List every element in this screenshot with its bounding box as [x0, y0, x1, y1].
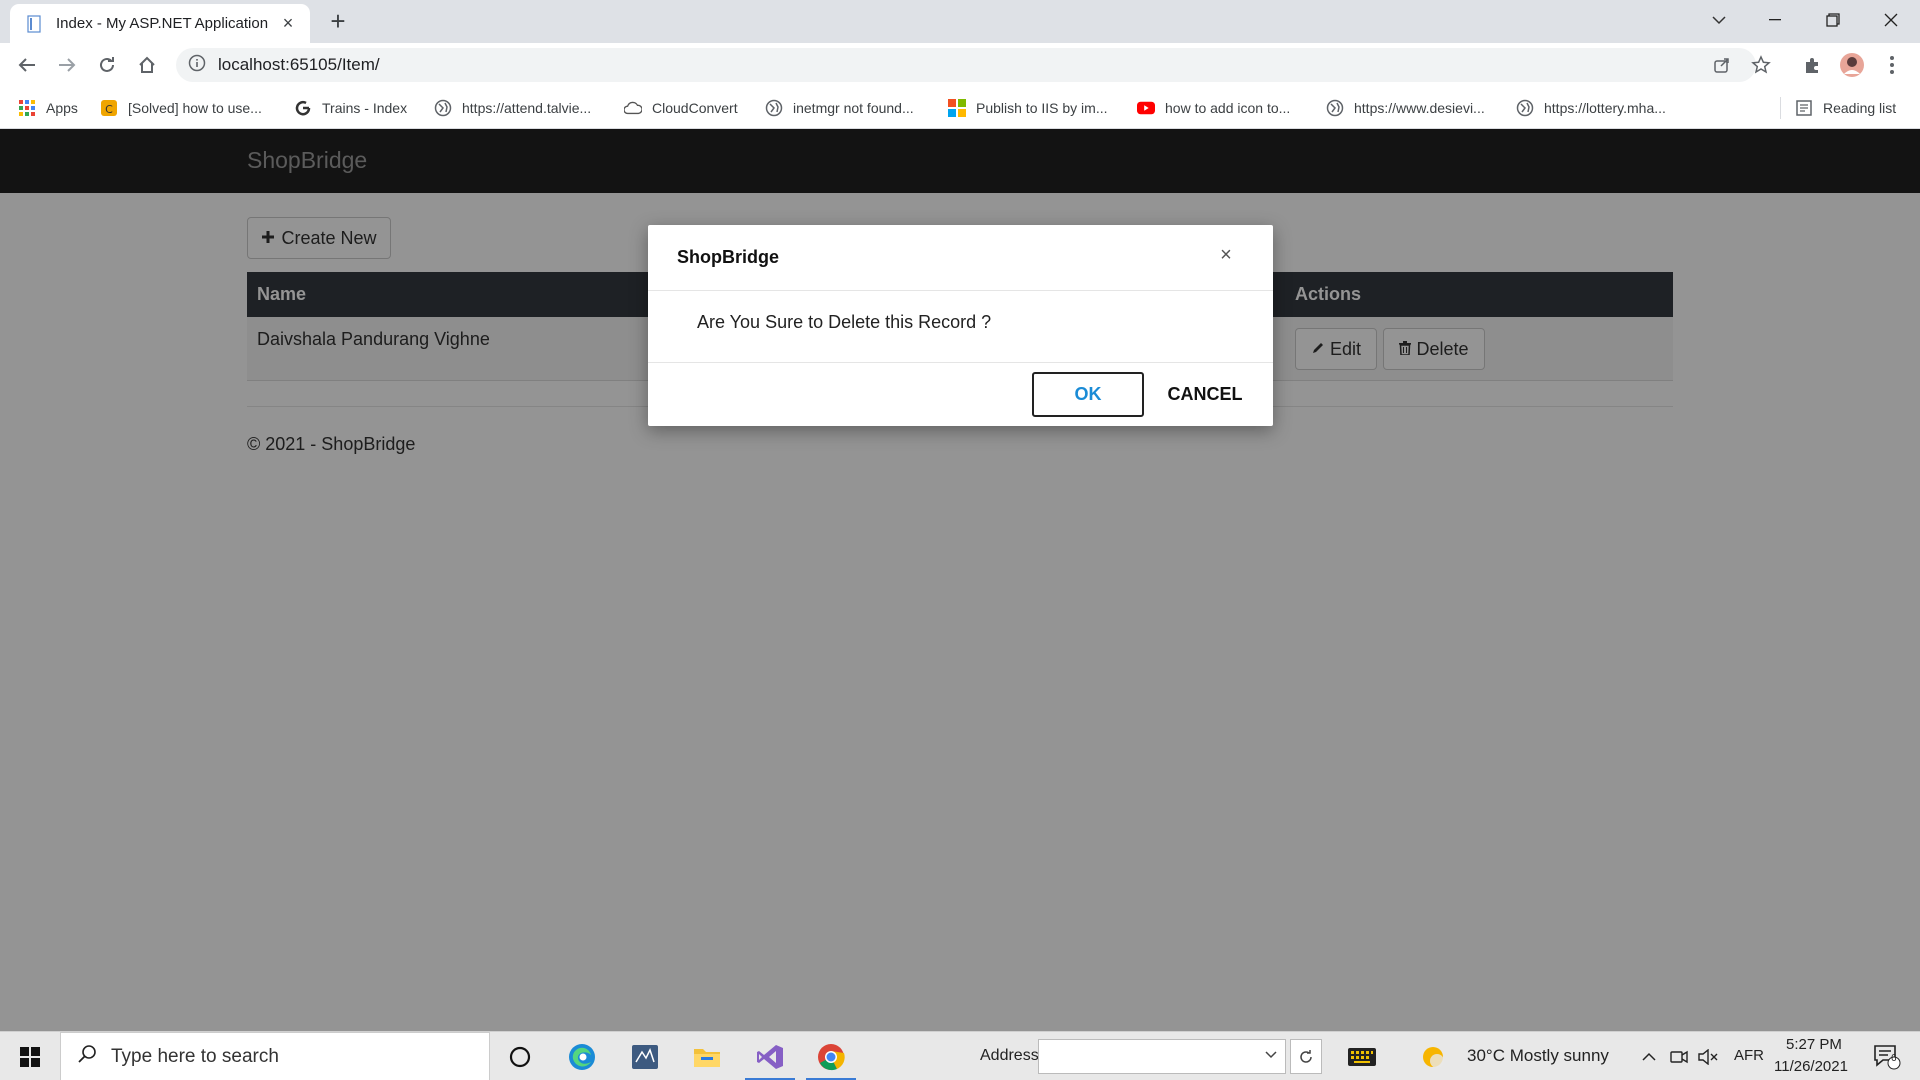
bookmarks-divider	[1780, 97, 1781, 119]
bookmark-label: https://lottery.mha...	[1544, 100, 1666, 116]
forward-arrow-icon[interactable]	[51, 49, 83, 81]
bookmark-youtube[interactable]: how to add icon to...	[1137, 87, 1290, 129]
meet-now-icon[interactable]	[1665, 1032, 1693, 1080]
bookmark-lottery[interactable]: https://lottery.mha...	[1516, 87, 1666, 129]
chevron-up-icon[interactable]	[1636, 1032, 1662, 1080]
bookmark-solved[interactable]: C [Solved] how to use...	[100, 87, 262, 129]
reload-icon[interactable]	[91, 49, 123, 81]
address-bar[interactable]: localhost:65105/Item/	[176, 48, 1756, 82]
weather-text[interactable]: 30°C Mostly sunny	[1467, 1046, 1609, 1066]
browser-tab[interactable]: Index - My ASP.NET Application ×	[10, 4, 310, 43]
window-close-button[interactable]	[1862, 0, 1920, 40]
dialog-body: Are You Sure to Delete this Record ?	[648, 291, 1273, 363]
dialog-title: ShopBridge	[677, 247, 779, 267]
bookmarks-bar: Apps C [Solved] how to use... Trains - I…	[0, 87, 1920, 129]
address-toolbar-input[interactable]	[1038, 1039, 1286, 1074]
bookmark-star-icon[interactable]	[1745, 49, 1777, 81]
bookmark-label: Publish to IIS by im...	[976, 100, 1108, 116]
bookmark-label: Trains - Index	[322, 100, 408, 116]
bookmark-attend[interactable]: https://attend.talvie...	[434, 87, 591, 129]
home-icon[interactable]	[131, 49, 163, 81]
delete-confirm-dialog: ShopBridge × Are You Sure to Delete this…	[648, 225, 1273, 426]
reading-list-button[interactable]: Reading list	[1795, 87, 1896, 129]
url-text[interactable]: localhost:65105/Item/	[218, 55, 380, 75]
browser-toolbar: localhost:65105/Item/	[0, 43, 1920, 87]
bookmark-inetmgr[interactable]: inetmgr not found...	[765, 87, 914, 129]
bookmark-label: how to add icon to...	[1165, 100, 1291, 116]
restore-button[interactable]	[1804, 0, 1862, 40]
reading-list-label: Reading list	[1823, 100, 1897, 116]
cancel-button[interactable]: CANCEL	[1153, 372, 1257, 417]
notification-count-badge: 6	[1891, 1053, 1897, 1064]
bookmark-trains[interactable]: Trains - Index	[294, 87, 407, 129]
bookmark-cloudconvert[interactable]: CloudConvert	[624, 87, 738, 129]
svg-text:C: C	[105, 103, 113, 116]
youtube-icon	[1137, 99, 1155, 117]
forum-icon: C	[100, 99, 118, 117]
web-page: ShopBridge Create New Name Actions Daivs…	[0, 129, 1920, 1031]
edge-browser-icon[interactable]	[553, 1032, 611, 1080]
bookmark-label: Apps	[46, 100, 78, 116]
globe-icon	[1516, 99, 1534, 117]
site-info-icon[interactable]	[188, 54, 206, 77]
clock-time[interactable]: 5:27 PM	[1786, 1036, 1842, 1053]
page-favicon-icon	[26, 14, 44, 33]
touch-keyboard-icon[interactable]	[1333, 1032, 1391, 1080]
taskbar-search-box[interactable]: Type here to search	[60, 1032, 490, 1080]
address-toolbar-label: Address	[980, 1047, 1039, 1064]
bookmark-label: [Solved] how to use...	[128, 100, 262, 116]
volume-muted-icon[interactable]	[1694, 1032, 1722, 1080]
back-arrow-icon[interactable]	[11, 49, 43, 81]
cortana-icon[interactable]	[491, 1032, 549, 1080]
trains-icon	[294, 99, 312, 117]
tab-close-icon[interactable]: ×	[278, 13, 298, 34]
bookmark-label: CloudConvert	[652, 100, 738, 116]
globe-icon	[1326, 99, 1344, 117]
reading-list-icon	[1795, 99, 1813, 117]
share-icon[interactable]	[1706, 49, 1738, 81]
bookmark-label: https://attend.talvie...	[462, 100, 592, 116]
profile-avatar[interactable]	[1836, 49, 1868, 81]
bookmark-label: inetmgr not found...	[793, 100, 914, 116]
language-indicator[interactable]: AFR	[1734, 1047, 1764, 1064]
dialog-close-icon[interactable]: ×	[1214, 243, 1238, 267]
chrome-menu-icon[interactable]	[1876, 49, 1908, 81]
file-explorer-icon[interactable]	[678, 1032, 736, 1080]
bookmark-publish-iis[interactable]: Publish to IIS by im...	[948, 87, 1108, 129]
chevron-down-icon[interactable]	[1265, 1046, 1277, 1062]
tab-search-chevron-icon[interactable]	[1690, 0, 1748, 40]
globe-icon	[765, 99, 783, 117]
new-tab-button[interactable]: +	[323, 6, 353, 36]
bookmark-label: https://www.desievi...	[1354, 100, 1485, 116]
sql-server-management-icon[interactable]	[616, 1032, 674, 1080]
cloud-icon	[624, 99, 642, 117]
dialog-message: Are You Sure to Delete this Record ?	[697, 312, 992, 332]
microsoft-icon	[948, 99, 966, 117]
dialog-header: ShopBridge ×	[648, 225, 1273, 291]
visual-studio-icon[interactable]	[741, 1032, 799, 1080]
extensions-puzzle-icon[interactable]	[1797, 49, 1829, 81]
windows-taskbar: Type here to search Address 30°C Mostly …	[0, 1031, 1920, 1080]
ok-button[interactable]: OK	[1032, 372, 1144, 417]
bookmark-desievi[interactable]: https://www.desievi...	[1326, 87, 1485, 129]
weather-sun-icon[interactable]	[1415, 1032, 1451, 1080]
browser-tabstrip: Index - My ASP.NET Application × +	[0, 0, 1920, 43]
globe-icon	[434, 99, 452, 117]
bookmark-apps[interactable]: Apps	[18, 87, 78, 129]
minimize-button[interactable]	[1746, 0, 1804, 40]
clock-date[interactable]: 11/26/2021	[1774, 1058, 1848, 1075]
search-placeholder: Type here to search	[111, 1045, 279, 1067]
tab-title: Index - My ASP.NET Application	[56, 15, 269, 32]
chrome-icon[interactable]	[802, 1032, 860, 1080]
apps-grid-icon	[18, 99, 36, 117]
search-icon	[77, 1044, 97, 1070]
windows-start-icon[interactable]	[0, 1032, 60, 1080]
address-go-refresh-icon[interactable]	[1290, 1039, 1322, 1074]
notifications-icon[interactable]: 6	[1862, 1032, 1912, 1080]
